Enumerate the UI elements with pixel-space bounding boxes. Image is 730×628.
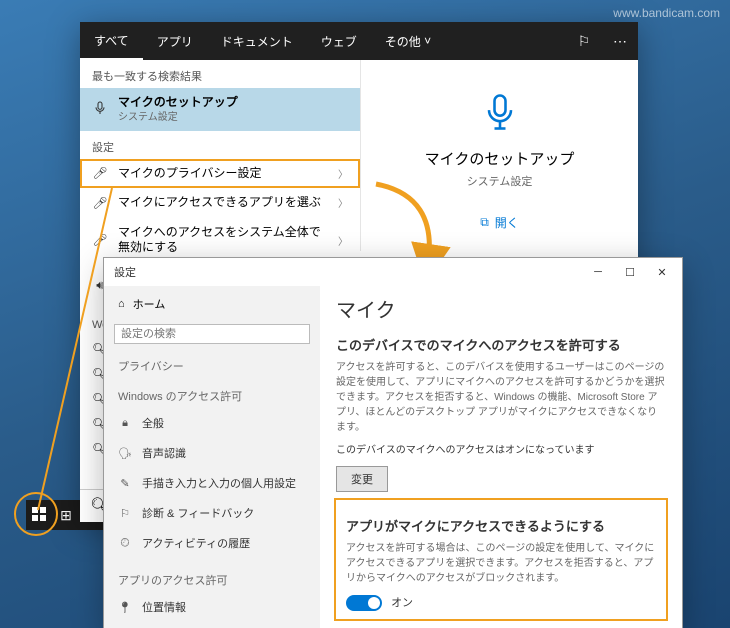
section1-title: このデバイスでのマイクへのアクセスを許可する	[336, 335, 666, 354]
privacy-settings-result[interactable]: 🎤︎ マイクのプライバシー設定 〉	[80, 159, 360, 189]
more-icon[interactable]: ⋯	[602, 33, 638, 50]
watermark: www.bandicam.com	[613, 6, 720, 20]
start-button[interactable]	[26, 507, 53, 524]
preview-subtitle: システム設定	[381, 173, 618, 189]
mic-icon: 🎤︎	[92, 166, 108, 180]
titlebar: 設定 ─ ☐ ✕	[104, 258, 682, 286]
page-heading: マイク	[336, 294, 666, 323]
side-location[interactable]: 📍︎位置情報	[104, 592, 320, 622]
tab-docs[interactable]: ドキュメント	[207, 22, 307, 60]
settings-content: マイク このデバイスでのマイクへのアクセスを許可する アクセスを許可すると、この…	[320, 286, 682, 628]
disable-all-result[interactable]: 🎤︎ マイクへのアクセスをシステム全体で無効にする 〉	[80, 218, 360, 263]
side-diagnostics[interactable]: ⚐診断 & フィードバック	[104, 498, 320, 528]
best-match-label: 最も一致する検索結果	[80, 60, 360, 88]
maximize-button[interactable]: ☐	[614, 266, 646, 279]
settings-section-label: 設定	[80, 131, 360, 159]
open-icon: ⧉	[480, 215, 489, 230]
best-match-item[interactable]: マイクのセットアップ システム設定	[80, 88, 360, 131]
change-button[interactable]: 変更	[336, 466, 388, 492]
minimize-button[interactable]: ─	[582, 266, 614, 278]
settings-sidebar: ⌂ホーム プライバシー Windows のアクセス許可 🔒︎全般 🗣︎音声認識 …	[104, 286, 320, 628]
open-link[interactable]: ⧉開く	[480, 214, 519, 231]
section1-status: このデバイスのマイクへのアクセスはオンになっています	[336, 443, 666, 458]
feedback-icon: ⚐	[118, 507, 132, 520]
preview-title: マイクのセットアップ	[381, 148, 618, 169]
tab-web[interactable]: ウェブ	[307, 22, 371, 60]
location-icon: 📍︎	[118, 601, 132, 614]
mic-icon: 🎤︎	[92, 233, 108, 247]
mic-icon: 🎤︎	[92, 196, 108, 210]
mic-large-icon	[478, 90, 522, 134]
speech-icon: 🗣︎	[118, 447, 132, 460]
chevron-right-icon: 〉	[338, 166, 348, 181]
side-inking[interactable]: ✎手描き入力と入力の個人用設定	[104, 468, 320, 498]
group-win-permissions: Windows のアクセス許可	[104, 384, 320, 408]
side-general[interactable]: 🔒︎全般	[104, 408, 320, 438]
choose-apps-result[interactable]: 🎤︎ マイクにアクセスできるアプリを選ぶ 〉	[80, 188, 360, 218]
section2-title: アプリがマイクにアクセスできるようにする	[346, 516, 656, 535]
preview-pane: マイクのセットアップ システム設定 ⧉開く	[360, 60, 638, 251]
toggle-row: オン	[346, 594, 656, 611]
settings-search-input[interactable]	[114, 324, 310, 344]
lock-icon: 🔒︎	[118, 417, 132, 430]
taskview-button[interactable]: ⊞	[53, 507, 80, 524]
mic-access-toggle[interactable]	[346, 595, 382, 611]
privacy-label: プライバシー	[104, 354, 320, 378]
tab-all[interactable]: すべて	[80, 22, 143, 60]
side-activity[interactable]: 🕘︎アクティビティの履歴	[104, 528, 320, 558]
group-app-permissions: アプリのアクセス許可	[104, 568, 320, 592]
tab-bar: すべて アプリ ドキュメント ウェブ その他 ˅ ⚐ ⋯	[80, 22, 638, 60]
window-title: 設定	[114, 264, 582, 280]
chevron-right-icon: 〉	[338, 195, 348, 210]
section2-body: アクセスを許可する場合は、このページの設定を使用して、マイクにアクセスできるアプ…	[346, 541, 656, 586]
settings-window: 設定 ─ ☐ ✕ ⌂ホーム プライバシー Windows のアクセス許可 🔒︎全…	[104, 258, 682, 628]
allow-apps-block: アプリがマイクにアクセスできるようにする アクセスを許可する場合は、このページの…	[336, 500, 666, 619]
toggle-label: オン	[391, 597, 413, 609]
pen-icon: ✎	[118, 477, 132, 490]
tab-apps[interactable]: アプリ	[143, 22, 207, 60]
section1-body: アクセスを許可すると、このデバイスを使用するユーザーはこのページの設定を使用して…	[336, 360, 666, 435]
history-icon: 🕘︎	[118, 537, 132, 550]
home-icon: ⌂	[118, 298, 125, 310]
result-subtitle: システム設定	[118, 111, 348, 124]
tab-more[interactable]: その他 ˅	[371, 22, 445, 60]
result-title: マイクのセットアップ	[118, 95, 348, 111]
mic-icon	[92, 100, 108, 119]
feedback-icon[interactable]: ⚐	[566, 33, 602, 50]
chevron-right-icon: 〉	[338, 233, 348, 248]
home-link[interactable]: ⌂ホーム	[104, 290, 320, 318]
side-speech[interactable]: 🗣︎音声認識	[104, 438, 320, 468]
close-button[interactable]: ✕	[646, 266, 678, 279]
